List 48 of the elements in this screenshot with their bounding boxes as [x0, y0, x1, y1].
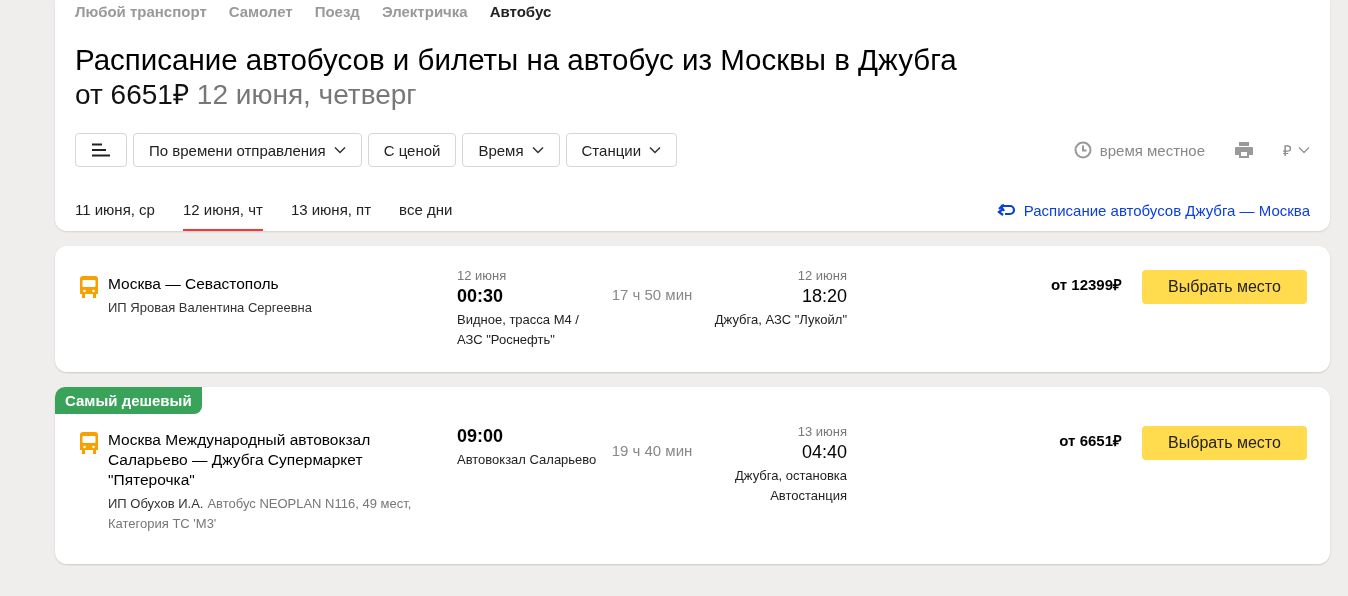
- arrival-station: Джубга, остановка Автостанция: [734, 467, 847, 505]
- return-arrows-icon: [995, 204, 1016, 216]
- selected-date: 12 июня, четверг: [196, 79, 417, 110]
- cheapest-badge: Самый дешевый: [55, 387, 202, 414]
- trip-duration: 17 ч 50 мин: [610, 285, 694, 303]
- departure-station: Видное, трасса М4 / АЗС "Роснефть": [457, 311, 580, 349]
- chevron-down-icon: [333, 146, 346, 154]
- arrival-time: 18:20: [800, 285, 847, 308]
- chevron-down-icon: [1298, 146, 1310, 154]
- departure-date: 12 июня: [457, 268, 508, 284]
- ticket-price: от 6651₽: [1058, 431, 1122, 450]
- return-route-link[interactable]: Расписание автобусов Джубга — Москва: [995, 201, 1310, 219]
- arrival-time: 04:40: [800, 441, 847, 464]
- departure-time: 09:00: [457, 425, 505, 448]
- page-title: Расписание автобусов и билеты на автобус из Москвы в Джубга: [75, 43, 958, 77]
- printer-icon: [1235, 142, 1253, 158]
- sort-lines-icon: [92, 143, 110, 157]
- filter-button[interactable]: С ценой: [367, 133, 457, 167]
- date-tab[interactable]: все дни: [399, 189, 453, 231]
- filter-dropdown[interactable]: Станции: [565, 133, 678, 167]
- departure-time: 00:30: [457, 285, 505, 308]
- trip-duration: 19 ч 40 мин: [610, 441, 694, 459]
- date-tab[interactable]: 13 июня, пт: [290, 189, 372, 231]
- sort-button[interactable]: [75, 133, 127, 167]
- carrier-info: ИП Яровая Валентина Сергеевна: [108, 299, 313, 317]
- departure-station: Автовокзал Саларьево: [457, 451, 597, 469]
- filter-dropdown[interactable]: Время: [462, 133, 560, 167]
- currency-symbol: ₽: [1283, 141, 1292, 160]
- ticket-price: от 12399₽: [1050, 275, 1122, 294]
- min-price: от 6651₽: [75, 79, 189, 110]
- arrival-date: 13 июня: [796, 424, 847, 440]
- arrival-station: Джубга, АЗС "Лукойл": [713, 311, 847, 329]
- route-name: Москва — Севастополь: [108, 274, 280, 294]
- select-seat-button[interactable]: Выбрать место: [1142, 270, 1307, 304]
- bus-icon: [80, 432, 98, 454]
- chevron-down-icon: [531, 146, 544, 154]
- clock-icon: [1073, 141, 1092, 159]
- route-name: Москва Международный автовокзал Саларьево — Джубга Супермаркет "Пятерочка": [108, 430, 372, 490]
- date-tab[interactable]: 11 июня, ср: [75, 189, 155, 231]
- date-tab[interactable]: 12 июня, чт: [182, 189, 263, 231]
- bus-icon: [80, 276, 98, 298]
- chevron-down-icon: [649, 146, 662, 154]
- select-seat-button[interactable]: Выбрать место: [1142, 426, 1307, 460]
- local-time-note: время местное: [1099, 141, 1205, 159]
- carrier-info: ИП Обухов И.А. Автобус NEOPLAN N116, 49 мест, Категория ТС 'М3': [108, 495, 413, 533]
- filter-dropdown[interactable]: По времени отправления: [133, 133, 362, 167]
- arrival-date: 12 июня: [796, 268, 847, 284]
- transport-tab[interactable]: Автобус: [489, 3, 552, 21]
